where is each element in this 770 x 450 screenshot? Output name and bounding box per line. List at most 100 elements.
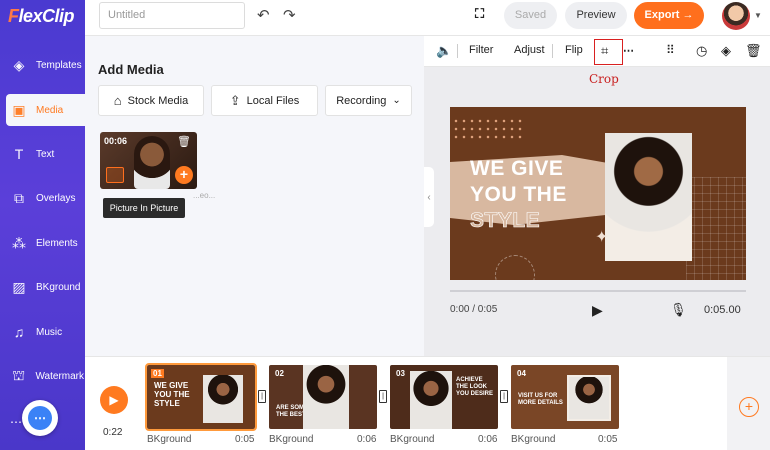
tooltip: Picture In Picture	[103, 198, 185, 218]
scene-text: ACHIEVE THE LOOK YOU DESIRE	[456, 377, 494, 397]
clip-preview-image	[134, 136, 170, 189]
clip-duration: 00:06	[104, 136, 128, 146]
folder-icon: ▣	[12, 101, 26, 118]
chevron-down-icon: ⌄	[392, 95, 401, 106]
trash-icon[interactable]: 🗑	[177, 135, 191, 148]
volume-icon[interactable]: 🔈	[436, 43, 452, 59]
preview-area: 🔈 Filter Adjust Flip ⌗ ⋯ ⠿ ◷ ◈ 🗑 Crop WE…	[424, 36, 770, 356]
scene-duration: 0:06	[478, 434, 498, 445]
overlays-icon: ⧉	[14, 189, 24, 206]
microphone-icon[interactable]: 🎙	[670, 302, 687, 318]
canvas-text-line[interactable]: STYLE	[470, 209, 540, 233]
export-button[interactable]: Export →	[634, 2, 704, 29]
sidebar-item-bkground[interactable]: ▨ BKground	[6, 271, 84, 303]
sidebar-item-media[interactable]: ▣ Media	[6, 94, 85, 126]
crop-button[interactable]: ⌗	[594, 39, 623, 65]
avatar[interactable]	[722, 2, 750, 30]
grid-icon[interactable]: ⠿	[666, 43, 675, 57]
chevron-down-icon[interactable]: ▼	[754, 11, 762, 20]
dot-pattern	[452, 117, 524, 141]
sidebar-item-label: Elements	[36, 237, 78, 249]
timeline: ▶ 0:22 01 WE GIVE YOU THE STYLE BKground…	[85, 356, 770, 450]
scene-text: WE GIVE YOU THE STYLE	[154, 381, 190, 408]
sidebar-item-label: Text	[36, 148, 55, 160]
flip-button[interactable]: Flip	[565, 44, 583, 56]
timeline-scene[interactable]: 04 VISIT US FOR MORE DETAILS	[511, 365, 619, 429]
scene-label: BKground	[511, 434, 556, 445]
timeline-scene[interactable]: 02 ARE SOME OF THE BEST	[269, 365, 377, 429]
undo-icon[interactable]: ↶	[257, 6, 270, 24]
sidebar-item-text[interactable]: T Text	[6, 138, 84, 170]
scene-number: 04	[517, 369, 526, 378]
tab-stock-media[interactable]: ⌂ Stock Media	[98, 85, 204, 116]
grid-pattern	[686, 177, 746, 280]
crop-annotation-label: Crop	[589, 72, 619, 86]
scene-label: BKground	[390, 434, 435, 445]
sidebar-item-templates[interactable]: ◈ Templates	[6, 49, 84, 81]
redo-icon[interactable]: ↷	[283, 6, 296, 24]
transition-button[interactable]: |	[379, 390, 387, 403]
timeline-scene[interactable]: 03 ACHIEVE THE LOOK YOU DESIRE	[390, 365, 498, 429]
scene-duration: 0:05	[598, 434, 618, 445]
filter-button[interactable]: Filter	[469, 44, 493, 56]
scene-duration: 0:06	[357, 434, 377, 445]
tab-local-files[interactable]: ⇪ Local Files	[211, 85, 318, 116]
top-bar: Untitled ↶ ↷ ⛶ Saved Preview Export → ▼	[85, 0, 770, 36]
canvas-photo[interactable]	[605, 133, 692, 261]
trash-icon[interactable]: 🗑	[745, 43, 762, 59]
project-title-input[interactable]: Untitled	[99, 2, 245, 29]
timeline-current-time: 0:22	[103, 427, 123, 438]
edit-toolbar: 🔈 Filter Adjust Flip ⌗ ⋯ ⠿ ◷ ◈ 🗑	[424, 36, 770, 67]
tab-recording[interactable]: Recording ⌄	[325, 85, 412, 116]
sidebar-item-watermark[interactable]: ⛫ Watermark	[6, 360, 84, 392]
adjust-button[interactable]: Adjust	[514, 44, 545, 56]
sidebar-item-label: Watermark	[35, 370, 84, 382]
sidebar-item-label: Overlays	[36, 192, 76, 204]
playback-time: 0:00 / 0:05	[450, 304, 498, 315]
tab-label: Recording	[336, 94, 387, 107]
canvas-text-line[interactable]: WE GIVE	[470, 157, 563, 181]
app-root: FlexClip ◈ Templates ▣ Media T Text ⧉ Ov…	[0, 0, 770, 450]
play-icon[interactable]: ▶	[592, 302, 603, 319]
flexclip-logo[interactable]: FlexClip	[8, 6, 75, 27]
timeline-scene[interactable]: 01 WE GIVE YOU THE STYLE	[145, 363, 257, 431]
chat-button[interactable]: ⋯	[22, 400, 58, 436]
add-clip-button[interactable]: +	[175, 166, 193, 184]
scene-thumbnail	[203, 375, 243, 423]
sparkle-icon: ✦	[595, 229, 609, 246]
tab-label: Stock Media	[127, 94, 189, 107]
collapse-panel-handle[interactable]: ‹	[424, 167, 434, 227]
crop-icon: ⌗	[601, 43, 609, 58]
timeline-add-area: +	[727, 357, 770, 450]
media-panel-title: Add Media	[98, 62, 164, 77]
saved-button[interactable]: Saved	[504, 2, 557, 29]
scene-number: 03	[396, 369, 405, 378]
playback-progress-bar[interactable]	[450, 290, 746, 292]
watermark-icon: ⛫	[12, 366, 26, 383]
more-icon[interactable]: ⋯	[10, 415, 22, 429]
preview-button[interactable]: Preview	[565, 2, 627, 29]
layers-icon[interactable]: ◈	[721, 43, 731, 59]
sidebar-item-elements[interactable]: ⁂ Elements	[6, 227, 84, 259]
video-canvas[interactable]: WE GIVE YOU THE STYLE ✦	[450, 107, 746, 280]
upload-icon: ⇪	[229, 92, 241, 108]
scene-thumbnail	[303, 365, 349, 429]
transition-button[interactable]: |	[258, 390, 266, 403]
media-clip[interactable]: 00:06 🗑 +	[100, 132, 197, 189]
sidebar-item-overlays[interactable]: ⧉ Overlays	[6, 182, 84, 214]
more-options-icon[interactable]: ⋯	[623, 44, 634, 57]
fullscreen-icon[interactable]: ⛶	[475, 6, 484, 22]
add-scene-button[interactable]: +	[739, 397, 759, 417]
canvas-text-line[interactable]: YOU THE	[470, 183, 567, 207]
layers-icon: ◈	[13, 56, 25, 73]
clock-icon[interactable]: ◷	[696, 43, 707, 59]
scene-label: BKground	[269, 434, 314, 445]
sidebar-item-label: BKground	[36, 281, 81, 293]
picture-in-picture-icon[interactable]	[106, 167, 124, 183]
clip-name: ...eo...	[193, 191, 216, 200]
sidebar-item-music[interactable]: ♫ Music	[6, 316, 84, 348]
text-icon: T	[14, 146, 24, 162]
media-panel: Add Media ⌂ Stock Media ⇪ Local Files Re…	[85, 36, 424, 356]
timeline-play-button[interactable]: ▶	[100, 386, 128, 414]
transition-button[interactable]: |	[500, 390, 508, 403]
